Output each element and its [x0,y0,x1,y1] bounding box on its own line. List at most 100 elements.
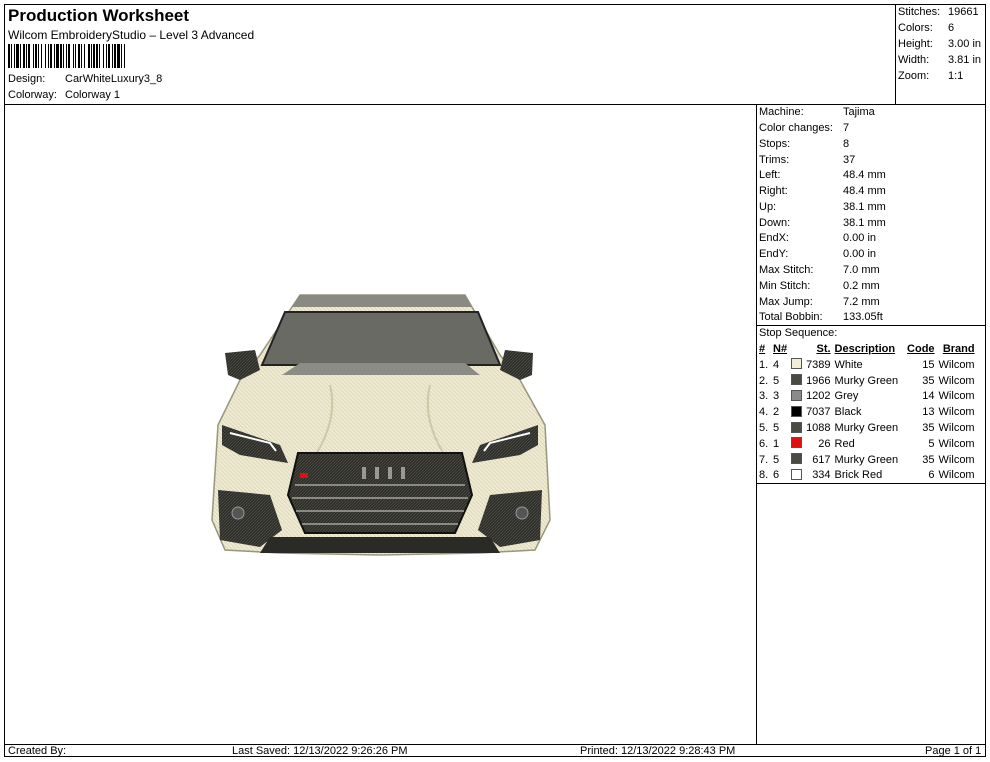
detail-label: Left: [759,169,781,181]
colors-value: 6 [948,22,955,34]
thread-code: 14 [922,390,935,403]
color-swatch [789,452,804,468]
thread-brand: Wilcom [938,453,975,466]
color-swatch-box [791,358,803,370]
detail-value: Tajima [843,106,875,118]
color-swatch-box [791,421,803,433]
col-num: # [759,343,766,355]
stop-sequence-heading: Stop Sequence: [759,327,838,339]
detail-label: Trims: [759,154,790,166]
table-row: 7. 5 617 Murky Green 35 Wilcom [757,452,977,468]
table-row: 8. 6 334 Brick Red 6 Wilcom [757,468,977,484]
header-divider [4,104,986,105]
detail-label: Up: [759,201,777,213]
thread-brand: Wilcom [938,422,975,435]
detail-value: 0.00 in [843,232,877,244]
detail-label: EndY: [759,248,789,260]
detail-label: Machine: [759,106,804,118]
stop-sequence-divider [756,325,986,326]
color-swatch-box [791,389,803,401]
detail-value: 7.0 mm [843,264,880,276]
table-row: 3. 3 1202 Grey 14 Wilcom [757,389,977,405]
roof [292,295,472,307]
detail-label: Min Stitch: [759,280,811,292]
lower-lip [260,537,500,553]
col-code: Code [907,343,935,355]
detail-value: 7 [843,122,850,134]
col-description: Description [834,343,896,355]
windshield-reflection [282,363,480,375]
page-number: Page 1 of 1 [925,745,982,757]
table-row: 4. 2 7037 Black 13 Wilcom [757,404,977,420]
stop-sequence-table: # N# St. Description Code Brand 1. 4 7389 W… [757,341,977,483]
table-row: 6. 1 26 Red 5 Wilcom [757,436,977,452]
color-swatch-box [791,437,803,449]
thread-description: Murky Green [834,453,899,466]
thread-description: Murky Green [834,374,899,387]
needle-number: 3 [773,390,780,403]
stitch-count: 1202 [806,390,831,403]
table-row: 2. 5 1966 Murky Green 35 Wilcom [757,373,977,389]
row-number: 1. [759,358,769,371]
thread-code: 35 [922,453,935,466]
thread-brand: Wilcom [938,406,975,419]
thread-description: White [834,358,863,371]
needle-number: 6 [773,469,780,482]
stitch-count: 7037 [806,406,831,419]
stitch-count: 26 [818,437,831,450]
red-badge [300,473,308,478]
detail-value: 48.4 mm [843,169,886,181]
barcode [8,44,125,68]
thread-description: Black [834,406,862,419]
color-swatch [789,389,804,405]
zoom-value: 1:1 [948,70,964,82]
row-number: 7. [759,453,769,466]
row-number: 2. [759,374,769,387]
thread-code: 15 [922,358,935,371]
detail-label: Stops: [759,138,791,150]
detail-label: Max Stitch: [759,264,814,276]
detail-value: 48.4 mm [843,185,886,197]
right-fog-light [515,506,529,520]
thread-code: 13 [922,406,935,419]
stitches-label: Stitches: [898,6,941,18]
thread-code: 35 [922,422,935,435]
needle-number: 5 [773,422,780,435]
colorway-label: Colorway: [8,89,57,101]
detail-value: 0.2 mm [843,280,880,292]
needle-number: 5 [773,374,780,387]
thread-brand: Wilcom [938,374,975,387]
needle-number: 2 [773,406,780,419]
detail-value: 8 [843,138,850,150]
left-fog-light [231,506,245,520]
thread-code: 5 [928,437,935,450]
detail-label: Right: [759,185,788,197]
detail-value: 7.2 mm [843,296,880,308]
detail-value: 0.00 in [843,248,877,260]
col-st: St. [816,343,831,355]
summary-divider [895,4,896,104]
page-title: Production Worksheet [8,6,190,25]
detail-label: Down: [759,217,791,229]
needle-number: 4 [773,358,780,371]
thread-description: Grey [834,390,859,403]
thread-description: Murky Green [834,422,899,435]
printed-date: Printed: 12/13/2022 9:28:43 PM [580,745,736,757]
detail-label: Total Bobbin: [759,311,823,323]
colors-label: Colors: [898,22,933,34]
color-swatch-box [791,453,803,465]
detail-label: Color changes: [759,122,833,134]
row-number: 6. [759,437,769,450]
color-swatch [789,357,804,373]
zoom-label: Zoom: [898,70,930,82]
needle-number: 5 [773,453,780,466]
design-preview [211,294,551,556]
color-swatch [789,436,804,452]
thread-brand: Wilcom [938,469,975,482]
height-value: 3.00 in [948,38,982,50]
detail-value: 38.1 mm [843,201,886,213]
stitch-count: 1966 [806,374,831,387]
row-number: 8. [759,469,769,482]
created-by: Created By: [8,745,67,757]
thread-description: Red [834,437,855,450]
